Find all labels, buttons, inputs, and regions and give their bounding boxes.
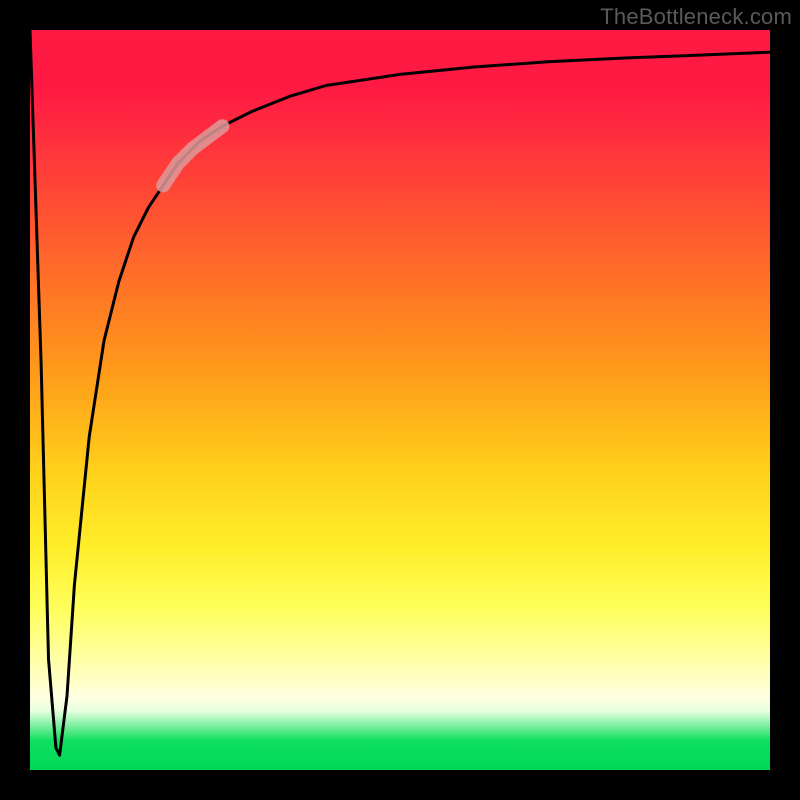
highlight-segment [163,126,222,185]
plot-area [30,30,770,770]
curve-svg [30,30,770,770]
watermark-text: TheBottleneck.com [600,4,792,30]
chart-frame: TheBottleneck.com [0,0,800,800]
bottleneck-curve [30,30,770,755]
